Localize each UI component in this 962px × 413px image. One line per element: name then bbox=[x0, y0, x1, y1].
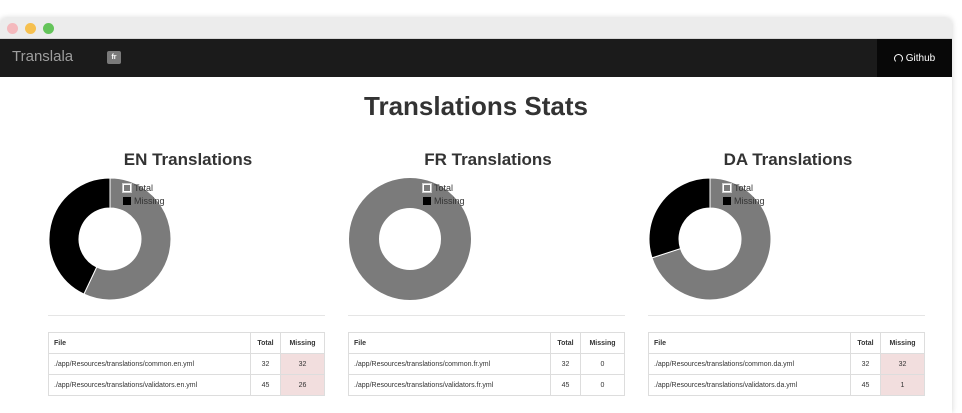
column-header-file: File bbox=[48, 332, 251, 354]
github-label: Github bbox=[905, 52, 936, 64]
close-window-button[interactable] bbox=[7, 23, 18, 34]
table-header-row: File Total Missing bbox=[348, 332, 625, 354]
panel-title: EN Translations bbox=[123, 150, 253, 169]
column-header-total: Total bbox=[550, 332, 581, 354]
legend-swatch-missing bbox=[723, 196, 731, 205]
missing-cell: 32 bbox=[880, 353, 925, 375]
da-translations-panel: DA Translations Total Missing File Total… bbox=[648, 148, 925, 410]
divider bbox=[648, 315, 925, 316]
slice-missing bbox=[648, 177, 711, 259]
legend-swatch-missing bbox=[423, 196, 431, 205]
total-cell: 45 bbox=[850, 374, 881, 396]
file-cell: ./app/Resources/translations/common.da.y… bbox=[648, 353, 851, 375]
total-cell: 45 bbox=[550, 374, 581, 396]
legend-label: Missing bbox=[734, 195, 765, 206]
divider bbox=[48, 315, 325, 316]
translations-table: File Total Missing ./app/Resources/trans… bbox=[48, 332, 325, 396]
github-link[interactable]: Github bbox=[877, 39, 952, 77]
table-row: ./app/Resources/translations/validators.… bbox=[648, 374, 925, 396]
column-header-missing: Missing bbox=[580, 332, 625, 354]
total-cell: 32 bbox=[250, 353, 281, 375]
legend-swatch-total bbox=[422, 182, 432, 193]
legend-label: Total bbox=[134, 182, 154, 193]
legend-label: Missing bbox=[134, 195, 165, 206]
file-cell: ./app/Resources/translations/common.en.y… bbox=[48, 353, 251, 375]
file-cell: ./app/Resources/translations/validators.… bbox=[648, 374, 851, 396]
legend-item-missing: Missing bbox=[723, 194, 765, 207]
legend-swatch-total bbox=[122, 182, 132, 193]
translations-table: File Total Missing ./app/Resources/trans… bbox=[348, 332, 625, 396]
en-translations-panel: EN Translations Total Missing File Total… bbox=[48, 148, 325, 410]
legend-swatch-total bbox=[722, 182, 732, 193]
missing-cell: 1 bbox=[880, 374, 925, 396]
translations-table: File Total Missing ./app/Resources/trans… bbox=[648, 332, 925, 396]
browser-window: Translala fr Github Translations Stats E… bbox=[0, 18, 952, 413]
table-row: ./app/Resources/translations/common.fr.y… bbox=[348, 353, 625, 375]
column-header-file: File bbox=[348, 332, 551, 354]
table-header-row: File Total Missing bbox=[48, 332, 325, 354]
column-header-missing: Missing bbox=[280, 332, 325, 354]
page-title: Translations Stats bbox=[364, 91, 588, 121]
total-cell: 45 bbox=[250, 374, 281, 396]
legend-item-total: Total bbox=[122, 181, 165, 194]
missing-cell: 0 bbox=[580, 374, 625, 396]
file-cell: ./app/Resources/translations/validators.… bbox=[48, 374, 251, 396]
column-header-file: File bbox=[648, 332, 851, 354]
panel-title: FR Translations bbox=[424, 150, 552, 169]
column-header-total: Total bbox=[250, 332, 281, 354]
chart-legend: Total Missing bbox=[422, 181, 465, 207]
github-icon bbox=[893, 53, 903, 63]
total-cell: 32 bbox=[850, 353, 881, 375]
chart-legend: Total Missing bbox=[122, 181, 165, 207]
legend-swatch-missing bbox=[123, 196, 131, 205]
file-cell: ./app/Resources/translations/common.fr.y… bbox=[348, 353, 551, 375]
table-row: ./app/Resources/translations/validators.… bbox=[348, 374, 625, 396]
maximize-window-button[interactable] bbox=[43, 23, 54, 34]
language-badge[interactable]: fr bbox=[107, 51, 121, 64]
table-row: ./app/Resources/translations/common.da.y… bbox=[648, 353, 925, 375]
table-row: ./app/Resources/translations/common.en.y… bbox=[48, 353, 325, 375]
legend-item-total: Total bbox=[722, 181, 765, 194]
total-cell: 32 bbox=[550, 353, 581, 375]
missing-cell: 0 bbox=[580, 353, 625, 375]
chart-legend: Total Missing bbox=[722, 181, 765, 207]
legend-label: Total bbox=[734, 182, 754, 193]
minimize-window-button[interactable] bbox=[25, 23, 36, 34]
navbar: Translala fr Github bbox=[0, 39, 952, 77]
table-row: ./app/Resources/translations/validators.… bbox=[48, 374, 325, 396]
panel-title: DA Translations bbox=[723, 150, 853, 169]
missing-cell: 26 bbox=[280, 374, 325, 396]
legend-item-missing: Missing bbox=[123, 194, 165, 207]
missing-cell: 32 bbox=[280, 353, 325, 375]
divider bbox=[348, 315, 625, 316]
file-cell: ./app/Resources/translations/validators.… bbox=[348, 374, 551, 396]
window-titlebar bbox=[0, 18, 952, 39]
legend-label: Total bbox=[434, 182, 454, 193]
column-header-missing: Missing bbox=[880, 332, 925, 354]
column-header-total: Total bbox=[850, 332, 881, 354]
table-header-row: File Total Missing bbox=[648, 332, 925, 354]
legend-item-total: Total bbox=[422, 181, 465, 194]
fr-translations-panel: FR Translations Total Missing File Total… bbox=[348, 148, 625, 410]
brand-link[interactable]: Translala bbox=[12, 48, 73, 65]
legend-item-missing: Missing bbox=[423, 194, 465, 207]
legend-label: Missing bbox=[434, 195, 465, 206]
